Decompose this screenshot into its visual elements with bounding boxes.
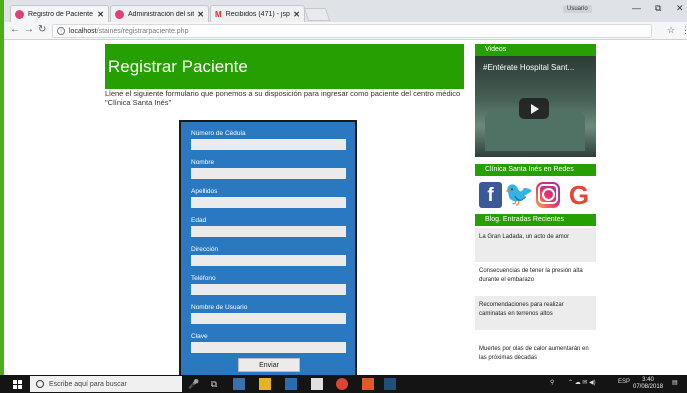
reload-icon[interactable]: ↻ xyxy=(38,24,46,35)
search-placeholder: Escribe aquí para buscar xyxy=(49,380,127,388)
twitter-icon[interactable]: 🐦 xyxy=(504,182,534,208)
photoshop-icon[interactable] xyxy=(384,378,396,390)
google-icon[interactable]: G xyxy=(565,182,593,208)
video-player[interactable]: #Entérate Hospital Sant... xyxy=(475,56,596,157)
close-tab-icon[interactable]: ✕ xyxy=(293,10,300,19)
video-title[interactable]: #Entérate Hospital Sant... xyxy=(483,63,574,72)
blog-post-link[interactable]: Muertes por olas de calor aumentarán en … xyxy=(475,340,596,374)
submit-button[interactable]: Enviar xyxy=(238,358,300,372)
apellidos-input[interactable] xyxy=(191,197,346,208)
cortana-icon xyxy=(36,380,44,388)
task-view-icon[interactable]: ⧉ xyxy=(208,378,220,390)
windows-start-icon[interactable] xyxy=(13,380,23,389)
label-apellidos: Apellidos xyxy=(191,188,218,195)
page-title: Registrar Paciente xyxy=(108,57,248,76)
clock[interactable]: 3:40 07/08/2018 xyxy=(633,377,663,391)
clock-time: 3:40 xyxy=(642,377,654,383)
social-heading: Clínica Santa Inés en Redes xyxy=(475,164,596,176)
label-edad: Edad xyxy=(191,217,207,224)
edge-icon[interactable] xyxy=(285,378,297,390)
taskbar-search[interactable]: Escribe aquí para buscar xyxy=(30,376,182,392)
window-close-icon[interactable]: ✕ xyxy=(676,3,684,14)
address-bar[interactable]: i localhost /staines/registrarpaciente.p… xyxy=(52,24,652,38)
edad-input[interactable] xyxy=(191,226,346,237)
site-favicon-icon xyxy=(15,9,24,19)
label-telefono: Teléfono xyxy=(191,275,216,282)
clave-input[interactable] xyxy=(191,342,346,353)
back-icon[interactable]: ← xyxy=(10,24,20,35)
title-banner: Registrar Paciente xyxy=(105,44,464,89)
screen: Registro de Paciente | Cl ✕ Administraci… xyxy=(0,0,687,393)
info-icon[interactable]: i xyxy=(57,27,65,35)
tab-recibidos[interactable]: M Recibidos (471) - jspico ✕ xyxy=(210,5,305,22)
direccion-input[interactable] xyxy=(191,255,346,266)
chrome-icon[interactable] xyxy=(336,378,348,390)
page-content: Registrar Paciente Llene el siguiente fo… xyxy=(4,40,687,378)
url-path: /staines/registrarpaciente.php xyxy=(96,27,189,35)
label-nombre: Nombre xyxy=(191,159,215,166)
profile-button[interactable]: Usuario xyxy=(563,5,592,13)
bookmark-star-icon[interactable]: ☆ xyxy=(667,25,675,36)
intro-text: Llene el siguiente formulario que ponemo… xyxy=(105,89,461,107)
close-tab-icon[interactable]: ✕ xyxy=(197,10,204,19)
registration-form: Número de Cédula Nombre Apellidos Edad D… xyxy=(179,120,357,378)
new-tab-button[interactable] xyxy=(303,8,331,21)
tab-label: Recibidos (471) - jspico xyxy=(225,10,291,18)
label-direccion: Dirección xyxy=(191,246,219,253)
instagram-icon[interactable] xyxy=(536,182,560,208)
blog-post-link[interactable]: La Gran Ladada, un acto de amor xyxy=(475,228,596,262)
label-clave: Clave xyxy=(191,333,208,340)
site-favicon-icon xyxy=(115,9,124,19)
tab-strip: Registro de Paciente | Cl ✕ Administraci… xyxy=(4,0,687,22)
blog-post-link[interactable]: Recomendaciones para realizar caminatas … xyxy=(475,296,596,330)
tab-label: Administración del sitio xyxy=(128,10,195,18)
blog-post-link[interactable]: Consecuencias de tener la presión alta d… xyxy=(475,262,596,296)
tab-label: Registro de Paciente | Cl xyxy=(28,10,94,18)
minimize-icon[interactable]: — xyxy=(632,3,641,13)
cedula-input[interactable] xyxy=(191,139,346,150)
gmail-icon: M xyxy=(215,9,222,19)
app-icon[interactable] xyxy=(362,378,374,390)
browser-menu-icon[interactable]: ⋮ xyxy=(681,25,687,36)
restore-icon[interactable]: ⧉ xyxy=(655,3,661,14)
videos-heading: Videos xyxy=(475,44,596,56)
clock-date: 07/08/2018 xyxy=(633,384,664,390)
telefono-input[interactable] xyxy=(191,284,346,295)
usuario-input[interactable] xyxy=(191,313,346,324)
mail-icon[interactable] xyxy=(311,378,323,390)
microphone-icon[interactable]: 🎤 xyxy=(188,378,200,390)
language-indicator[interactable]: ESP xyxy=(618,379,630,385)
tab-administracion[interactable]: Administración del sitio ✕ xyxy=(110,5,209,22)
browser-toolbar: ← → ↻ i localhost /staines/registrarpaci… xyxy=(4,22,687,40)
blog-heading: Blog. Entradas Recientes xyxy=(475,214,596,226)
tray-icons[interactable]: ⌃ ☁ ✉ ◀) xyxy=(568,379,596,386)
label-cedula: Número de Cédula xyxy=(191,130,246,137)
forward-icon[interactable]: → xyxy=(24,24,34,35)
url-host: localhost xyxy=(69,27,97,35)
close-tab-icon[interactable]: ✕ xyxy=(97,10,104,19)
tab-registro[interactable]: Registro de Paciente | Cl ✕ xyxy=(10,5,109,22)
taskbar: Escribe aquí para buscar 🎤 ⧉ ⚲ ⌃ ☁ ✉ ◀) … xyxy=(0,375,687,393)
notifications-icon[interactable]: ▤ xyxy=(672,379,678,386)
play-button-icon[interactable] xyxy=(519,98,549,119)
file-explorer-icon[interactable] xyxy=(233,378,245,390)
nombre-input[interactable] xyxy=(191,168,346,179)
store-icon[interactable] xyxy=(259,378,271,390)
label-usuario: Nombre de Usuario xyxy=(191,304,248,311)
facebook-icon[interactable]: f xyxy=(479,182,502,208)
people-icon[interactable]: ⚲ xyxy=(550,379,554,386)
